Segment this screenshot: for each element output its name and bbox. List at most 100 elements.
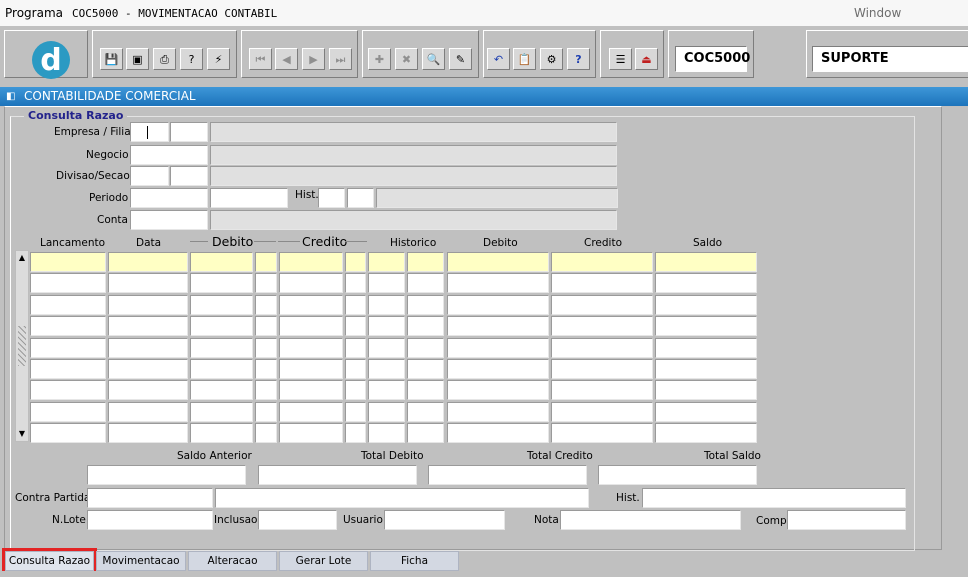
cell-historico-code[interactable] — [368, 273, 405, 294]
negocio-field[interactable] — [130, 145, 208, 165]
cell-debito-conta[interactable] — [190, 423, 253, 444]
cell-credito-dv[interactable] — [345, 423, 366, 444]
cell-saldo-valor[interactable] — [655, 423, 757, 444]
cell-credito-conta[interactable] — [279, 316, 343, 337]
cell-debito-valor[interactable] — [447, 252, 549, 272]
cell-debito-dv[interactable] — [255, 273, 277, 294]
cell-credito-dv[interactable] — [345, 252, 366, 272]
cell-historico-comp[interactable] — [407, 273, 444, 294]
cell-debito-conta[interactable] — [190, 401, 253, 422]
cell-credito-dv[interactable] — [345, 316, 366, 337]
cell-historico-code[interactable] — [368, 316, 405, 337]
n-lote-field[interactable] — [87, 510, 213, 530]
help-query-icon[interactable]: ? — [180, 48, 203, 70]
cell-debito-valor[interactable] — [447, 294, 549, 315]
prev-record-icon[interactable]: ◀ — [275, 48, 298, 70]
cell-debito-dv[interactable] — [255, 337, 277, 358]
cell-credito-valor[interactable] — [551, 252, 653, 272]
delete-record-icon[interactable]: ✖ — [395, 48, 418, 70]
cell-historico-comp[interactable] — [407, 423, 444, 444]
first-record-icon[interactable]: ⏮ — [249, 48, 272, 70]
cell-lancamento[interactable] — [30, 401, 106, 422]
cell-lancamento[interactable] — [30, 273, 106, 294]
cell-lancamento[interactable] — [30, 423, 106, 444]
cell-debito-valor[interactable] — [447, 337, 549, 358]
contra-partida-field[interactable] — [87, 488, 213, 508]
cell-credito-dv[interactable] — [345, 359, 366, 379]
cell-debito-conta[interactable] — [190, 294, 253, 315]
cell-lancamento[interactable] — [30, 359, 106, 379]
empresa-field[interactable] — [130, 122, 169, 142]
clipboard-icon[interactable]: 📋 — [513, 48, 536, 70]
usuario-field[interactable] — [384, 510, 505, 530]
cell-historico-code[interactable] — [368, 294, 405, 315]
last-record-icon[interactable]: ⏭ — [329, 48, 352, 70]
cell-debito-conta[interactable] — [190, 380, 253, 401]
cell-debito-dv[interactable] — [255, 316, 277, 337]
menu-programa[interactable]: Programa — [5, 6, 63, 20]
conta-field[interactable] — [130, 210, 208, 230]
exit-icon[interactable]: ⏏ — [635, 48, 658, 70]
cell-debito-dv[interactable] — [255, 401, 277, 422]
insert-record-icon[interactable]: ✚ — [368, 48, 391, 70]
tab-ficha[interactable]: Ficha — [370, 551, 459, 571]
cell-lancamento[interactable] — [30, 337, 106, 358]
tab-consulta-razao[interactable]: Consulta Razao — [2, 548, 97, 574]
cell-debito-valor[interactable] — [447, 273, 549, 294]
cell-debito-valor[interactable] — [447, 316, 549, 337]
cell-credito-conta[interactable] — [279, 294, 343, 315]
cell-debito-dv[interactable] — [255, 423, 277, 444]
cell-credito-conta[interactable] — [279, 401, 343, 422]
cell-data[interactable] — [108, 294, 188, 315]
hist-code2-field[interactable] — [347, 188, 374, 208]
scroll-grip[interactable] — [18, 326, 26, 366]
query-icon[interactable]: 🔍 — [422, 48, 445, 70]
cell-debito-valor[interactable] — [447, 380, 549, 401]
filial-field[interactable] — [170, 122, 208, 142]
cell-credito-conta[interactable] — [279, 273, 343, 294]
cell-data[interactable] — [108, 252, 188, 272]
cell-credito-dv[interactable] — [345, 294, 366, 315]
cell-saldo-valor[interactable] — [655, 316, 757, 337]
cell-credito-valor[interactable] — [551, 273, 653, 294]
cell-credito-valor[interactable] — [551, 359, 653, 379]
cell-credito-valor[interactable] — [551, 380, 653, 401]
cell-credito-dv[interactable] — [345, 401, 366, 422]
cell-debito-dv[interactable] — [255, 294, 277, 315]
cell-credito-valor[interactable] — [551, 337, 653, 358]
cell-debito-conta[interactable] — [190, 273, 253, 294]
cell-historico-comp[interactable] — [407, 359, 444, 379]
cell-credito-conta[interactable] — [279, 423, 343, 444]
cell-debito-dv[interactable] — [255, 380, 277, 401]
divisao-field[interactable] — [130, 166, 169, 186]
tools-icon[interactable]: ⚙ — [540, 48, 563, 70]
cell-historico-code[interactable] — [368, 252, 405, 272]
cell-historico-code[interactable] — [368, 337, 405, 358]
cell-debito-valor[interactable] — [447, 401, 549, 422]
cell-saldo-valor[interactable] — [655, 273, 757, 294]
cell-credito-conta[interactable] — [279, 380, 343, 401]
cell-credito-dv[interactable] — [345, 273, 366, 294]
cell-saldo-valor[interactable] — [655, 337, 757, 358]
cell-historico-code[interactable] — [368, 380, 405, 401]
save-icon[interactable]: 💾 — [100, 48, 123, 70]
cell-data[interactable] — [108, 273, 188, 294]
cell-lancamento[interactable] — [30, 294, 106, 315]
cell-debito-valor[interactable] — [447, 359, 549, 379]
print-icon[interactable]: ⎙ — [153, 48, 176, 70]
tab-movimentacao[interactable]: Movimentacao — [96, 551, 186, 571]
cell-credito-conta[interactable] — [279, 337, 343, 358]
tab-alteracao[interactable]: Alteracao — [188, 551, 277, 571]
cell-data[interactable] — [108, 337, 188, 358]
cell-credito-valor[interactable] — [551, 316, 653, 337]
menu-window[interactable]: Window — [854, 6, 901, 20]
cell-debito-conta[interactable] — [190, 252, 253, 272]
cell-data[interactable] — [108, 380, 188, 401]
comp-field[interactable] — [787, 510, 906, 530]
wizard-icon[interactable]: ⚡ — [207, 48, 230, 70]
cell-saldo-valor[interactable] — [655, 252, 757, 272]
cell-saldo-valor[interactable] — [655, 359, 757, 379]
scroll-up-icon[interactable]: ▲ — [17, 252, 27, 264]
cell-historico-comp[interactable] — [407, 337, 444, 358]
grid-scrollbar[interactable]: ▲ ▼ — [15, 250, 29, 442]
